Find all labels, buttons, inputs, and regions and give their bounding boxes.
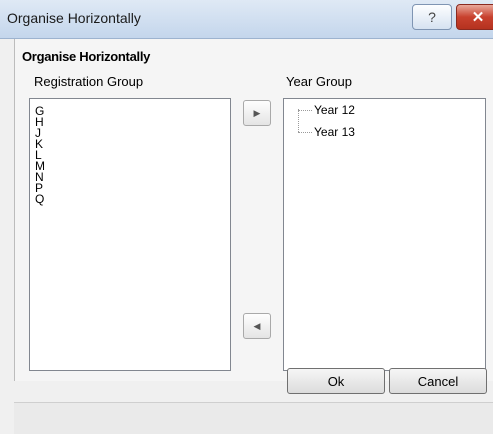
registration-group-label: Registration Group — [34, 74, 144, 89]
arrow-right-icon: ▶ — [253, 107, 261, 118]
help-icon: ? — [428, 9, 436, 25]
close-button[interactable]: ✕ — [456, 4, 493, 30]
list-item[interactable]: Q — [35, 193, 44, 205]
dialog-window: Organise Horizontally ? ✕ Organise Horiz… — [0, 0, 493, 434]
dialog-heading: Organise Horizontally — [22, 49, 151, 64]
cancel-button[interactable]: Cancel — [389, 368, 487, 394]
move-left-button[interactable]: ◀ — [243, 313, 271, 339]
tree-item-year-13[interactable]: Year 13 — [314, 125, 355, 139]
tree-connector — [298, 132, 312, 133]
status-bar — [14, 403, 493, 434]
title-bar: Organise Horizontally ? ✕ — [0, 0, 493, 39]
window-title: Organise Horizontally — [7, 10, 141, 26]
move-right-button[interactable]: ▶ — [243, 100, 271, 126]
registration-group-list[interactable]: G H J K L M N P Q — [29, 98, 231, 371]
tree-item-year-12[interactable]: Year 12 — [314, 103, 355, 117]
close-icon: ✕ — [471, 9, 485, 26]
ok-button[interactable]: Ok — [287, 368, 385, 394]
arrow-left-icon: ◀ — [253, 320, 261, 331]
tree-connector — [298, 109, 299, 132]
tree-connector — [298, 110, 312, 111]
help-button[interactable]: ? — [412, 4, 452, 30]
year-group-label: Year Group — [286, 74, 353, 89]
year-group-tree[interactable]: Year 12 Year 13 — [283, 98, 486, 371]
